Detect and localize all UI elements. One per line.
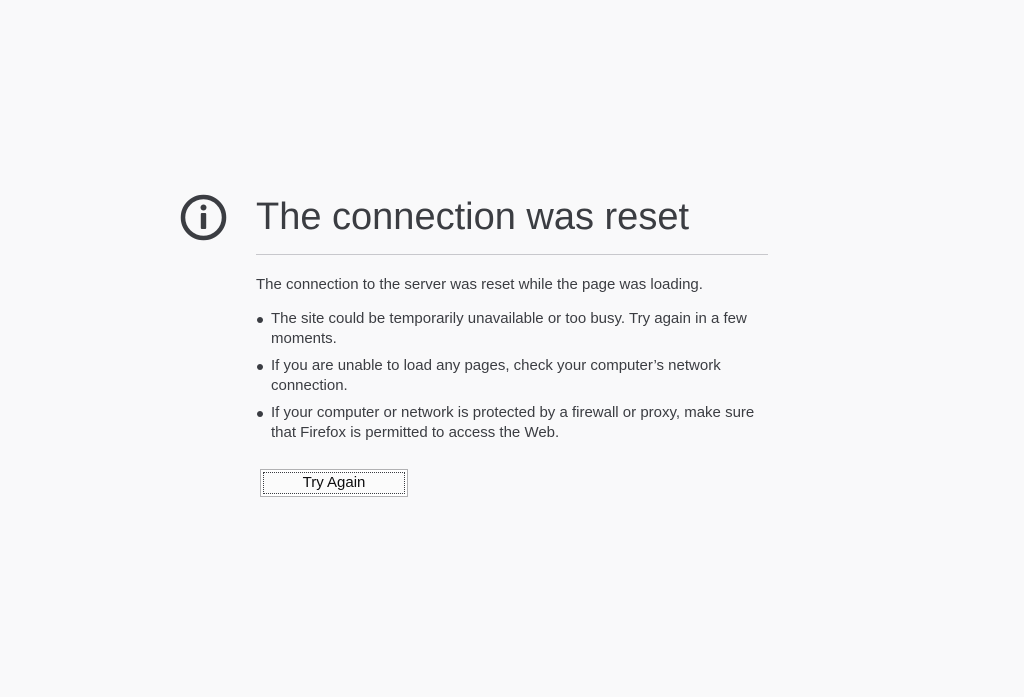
bullet-icon	[257, 411, 263, 417]
error-content: The connection was reset The connection …	[256, 194, 768, 497]
list-item: The site could be temporarily unavailabl…	[256, 309, 768, 349]
list-item: If your computer or network is protected…	[256, 403, 768, 443]
bullet-icon	[257, 317, 263, 323]
list-item: If you are unable to load any pages, che…	[256, 356, 768, 396]
info-icon	[180, 194, 227, 241]
page-title: The connection was reset	[256, 194, 768, 255]
suggestions-list: The site could be temporarily unavailabl…	[256, 309, 768, 443]
try-again-button[interactable]: Try Again	[263, 472, 405, 494]
try-again-button-frame: Try Again	[260, 469, 408, 497]
suggestion-text: If you are unable to load any pages, che…	[271, 357, 721, 394]
error-description: The connection to the server was reset w…	[256, 276, 703, 293]
suggestion-text: If your computer or network is protected…	[271, 404, 755, 441]
bullet-icon	[257, 364, 263, 370]
suggestion-text: The site could be temporarily unavailabl…	[271, 310, 747, 347]
